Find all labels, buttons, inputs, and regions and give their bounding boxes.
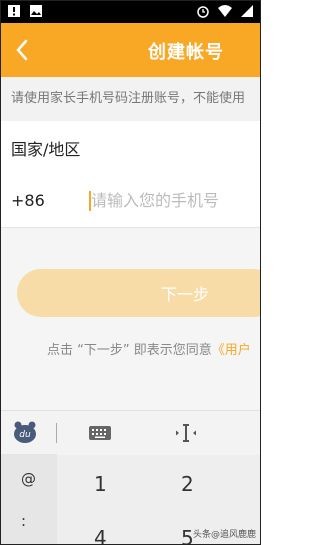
country-selector[interactable]: 国家/地区 [1, 121, 260, 174]
country-code[interactable]: +86 [11, 191, 45, 210]
app-bar: 创建帐号 [1, 23, 260, 77]
text-caret [89, 191, 91, 211]
keyboard-toolbar: du [1, 410, 260, 455]
cursor-move-icon[interactable] [174, 421, 198, 445]
keyboard: du @ : 1 2 4 5 头条@追风鹿鹿 [1, 410, 260, 544]
toolbar-divider [56, 423, 57, 443]
key-2[interactable]: 2 [181, 472, 194, 496]
key-4[interactable]: 4 [94, 526, 107, 544]
country-label: 国家/地区 [11, 140, 81, 159]
content-background [1, 228, 260, 410]
next-step-button[interactable]: 下一步 [17, 269, 260, 317]
signal-icon [241, 5, 253, 17]
watermark: 头条@追风鹿鹿 [192, 530, 256, 540]
symbol-key-colon[interactable]: : [21, 512, 26, 530]
symbol-column: @ : [1, 454, 57, 544]
agreement-prefix: 点击 “下一步” 即表示您同意 [47, 343, 212, 358]
svg-text:du: du [19, 430, 31, 440]
image-icon [30, 5, 42, 17]
keyboard-icon[interactable] [88, 421, 112, 445]
symbol-key-at[interactable]: @ [21, 470, 36, 488]
user-agreement-link[interactable]: 《用户 [212, 343, 251, 358]
wifi-icon [218, 5, 232, 17]
notice-text: 请使用家长手机号码注册账号，不能使用 [1, 77, 260, 121]
back-arrow-icon[interactable] [13, 37, 33, 63]
status-bar [1, 1, 260, 23]
key-1[interactable]: 1 [94, 472, 107, 496]
warning-icon [8, 5, 20, 17]
key-5[interactable]: 5 [181, 526, 194, 544]
alarm-icon [197, 6, 209, 18]
agreement-text: 点击 “下一步” 即表示您同意《用户 [47, 339, 251, 358]
page-title: 创建帐号 [148, 42, 224, 63]
phone-row: +86 [1, 173, 260, 228]
phone-screen: 创建帐号 请使用家长手机号码注册账号，不能使用 国家/地区 +86 下一步 点击… [0, 0, 261, 545]
phone-input[interactable] [89, 189, 260, 211]
baidu-input-logo-icon[interactable]: du [13, 420, 37, 444]
